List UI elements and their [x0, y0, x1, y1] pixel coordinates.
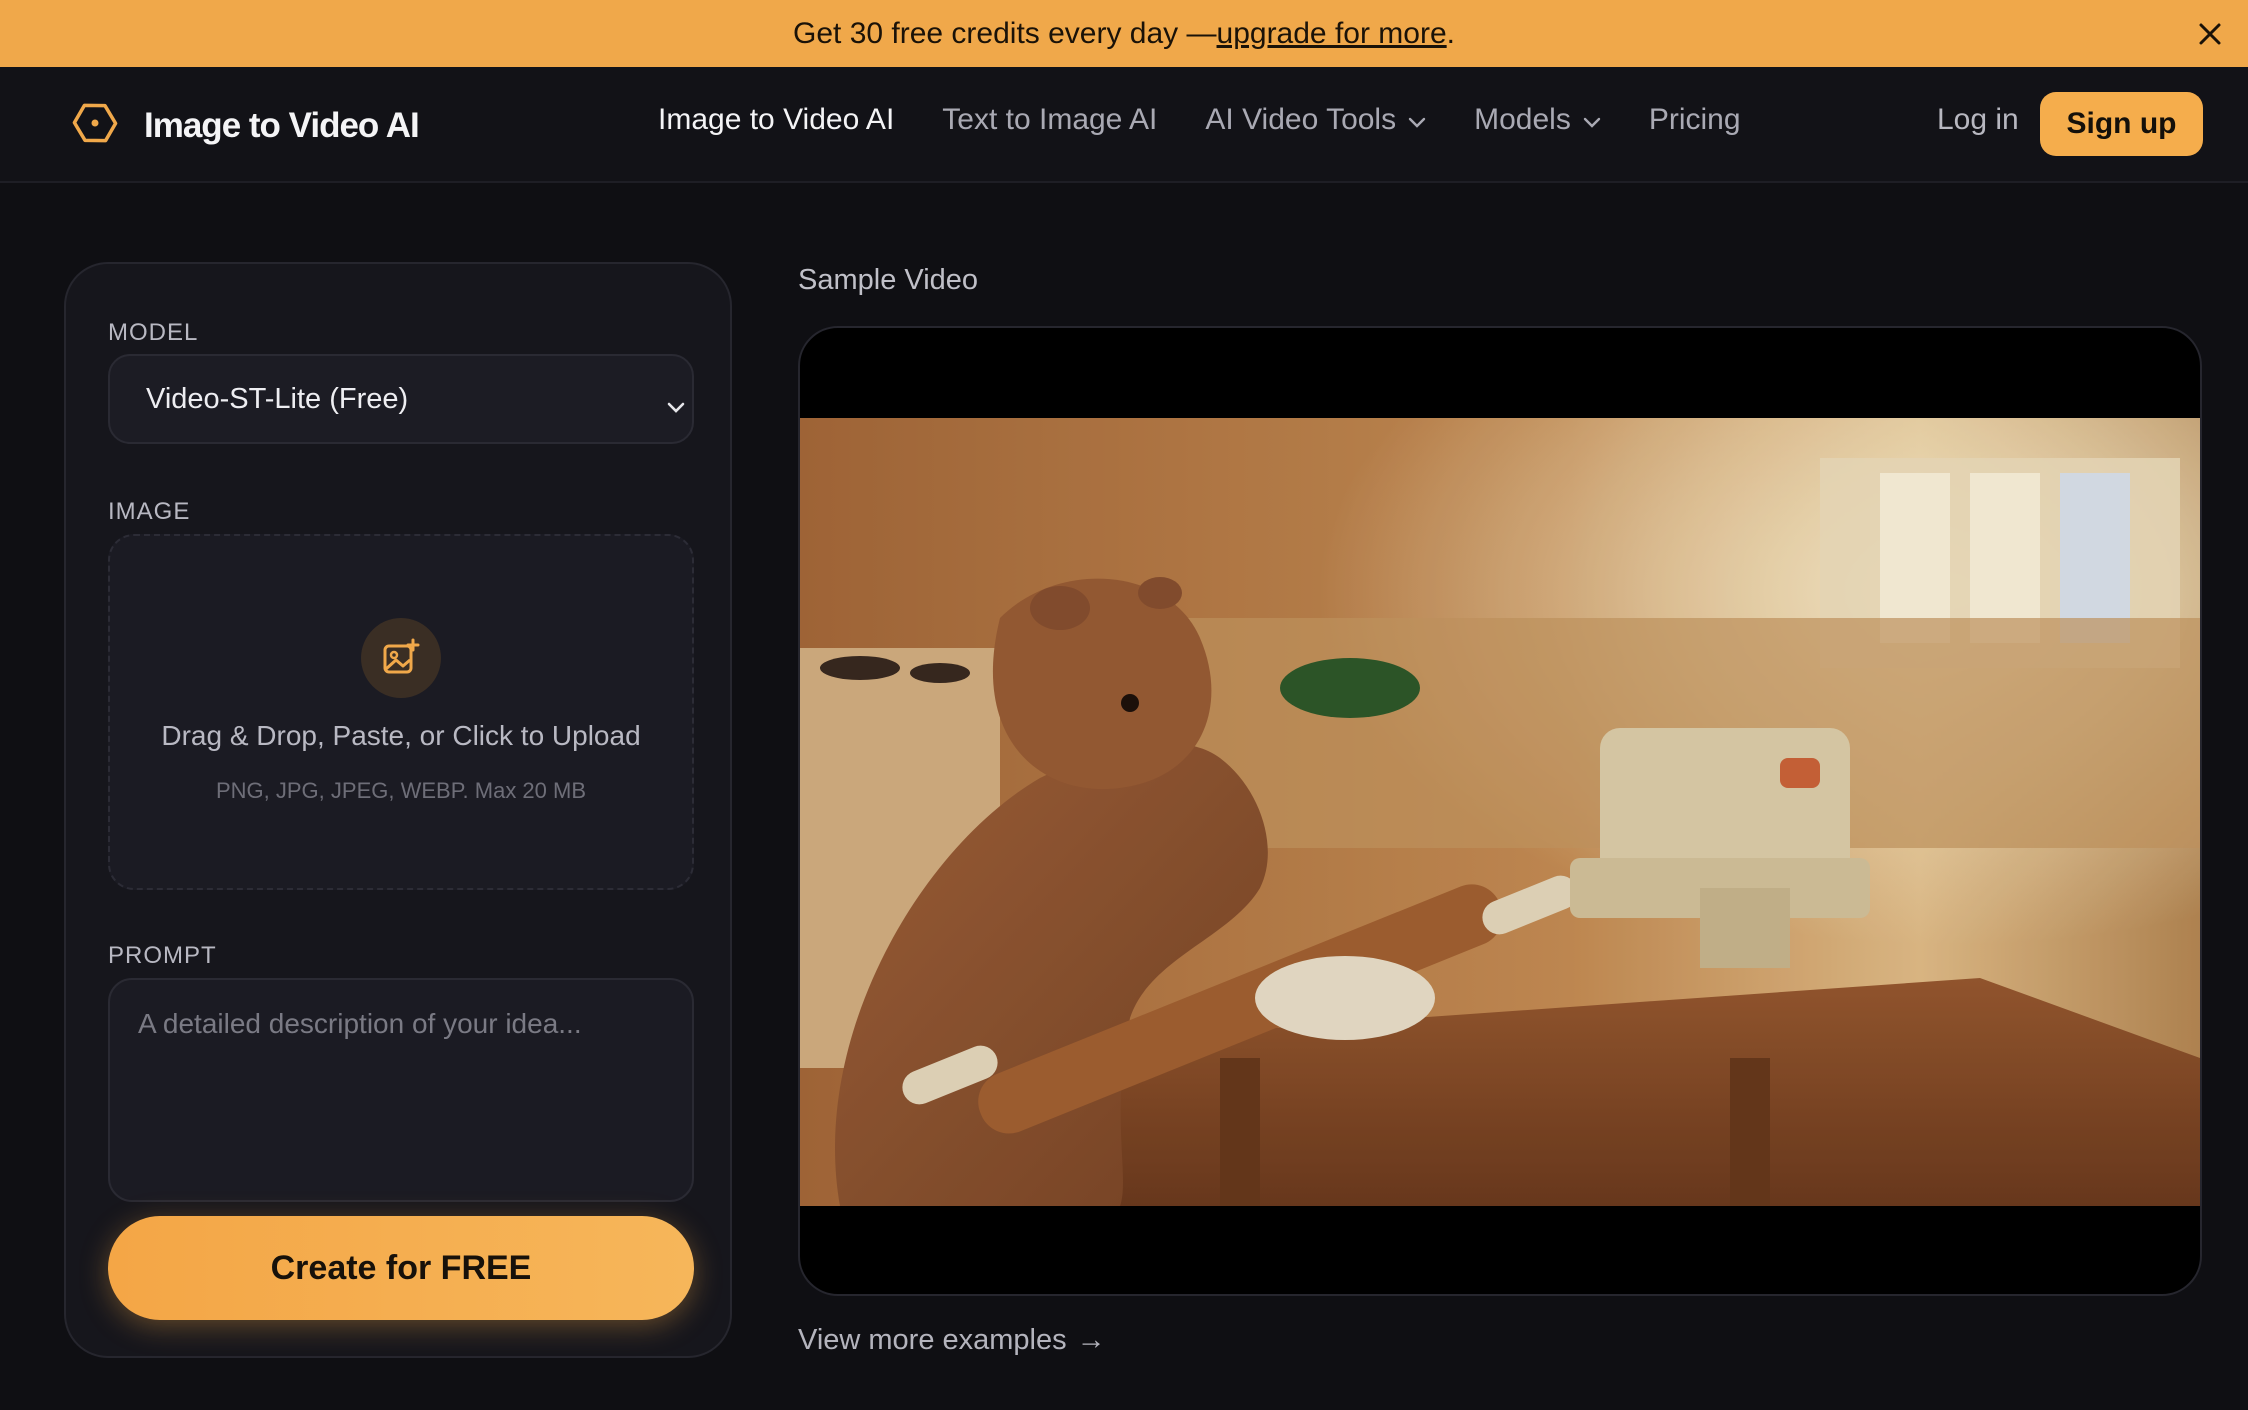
- sample-video-title: Sample Video: [798, 264, 979, 296]
- chevron-down-icon: [1583, 103, 1601, 137]
- promo-banner: Get 30 free credits every day — upgrade …: [0, 0, 2248, 67]
- generator-panel: MODEL Video-ST-Lite (Free) IMAGE Drag & …: [64, 262, 732, 1358]
- nav-models[interactable]: Models: [1474, 103, 1601, 137]
- sample-video-player[interactable]: [798, 326, 2202, 1296]
- image-label: IMAGE: [108, 498, 191, 525]
- brand-name: Image to Video AI: [144, 105, 420, 145]
- model-select[interactable]: Video-ST-Lite (Free): [108, 354, 694, 444]
- arrow-right-icon: →: [1076, 1324, 1106, 1356]
- chevron-down-icon: [1408, 103, 1426, 137]
- model-select-value: Video-ST-Lite (Free): [146, 382, 409, 415]
- view-more-examples-link[interactable]: View more examples →: [798, 1324, 1106, 1357]
- upload-file-hint: PNG, JPG, JPEG, WEBP. Max 20 MB: [215, 778, 587, 803]
- nav-ai-video-tools-label: AI Video Tools: [1205, 103, 1397, 136]
- nav-text-to-image[interactable]: Text to Image AI: [942, 103, 1157, 137]
- image-upload-dropzone[interactable]: Drag & Drop, Paste, or Click to Upload P…: [108, 534, 694, 890]
- nav-ai-video-tools[interactable]: AI Video Tools: [1205, 103, 1426, 137]
- upgrade-link[interactable]: upgrade for more: [1217, 17, 1447, 51]
- close-icon[interactable]: [2190, 14, 2230, 54]
- image-upload-icon: [361, 618, 441, 698]
- nav-image-to-video[interactable]: Image to Video AI: [658, 103, 894, 137]
- nav-models-label: Models: [1474, 103, 1571, 136]
- prompt-label: PROMPT: [108, 942, 217, 969]
- prompt-textarea[interactable]: A detailed description of your idea...: [108, 978, 694, 1202]
- nav-pricing[interactable]: Pricing: [1649, 103, 1741, 137]
- banner-text: Get 30 free credits every day —: [793, 16, 1217, 50]
- logo-icon: [72, 100, 118, 151]
- brand-logo[interactable]: Image to Video AI: [72, 100, 420, 151]
- top-nav: Image to Video AI Image to Video AI Text…: [0, 67, 2248, 183]
- login-link[interactable]: Log in: [1937, 103, 2019, 137]
- create-button[interactable]: Create for FREE: [108, 1216, 694, 1320]
- model-label: MODEL: [108, 319, 199, 346]
- signup-button[interactable]: Sign up: [2040, 92, 2203, 156]
- nav-links: Image to Video AI Text to Image AI AI Vi…: [658, 103, 1789, 137]
- chevron-down-icon: [666, 390, 686, 423]
- upload-instructions: Drag & Drop, Paste, or Click to Upload: [161, 720, 641, 751]
- banner-suffix: .: [1446, 16, 1455, 50]
- view-more-label: View more examples: [798, 1324, 1067, 1356]
- prompt-placeholder: A detailed description of your idea...: [138, 1008, 582, 1039]
- sample-video-frame-image: [800, 418, 2200, 1206]
